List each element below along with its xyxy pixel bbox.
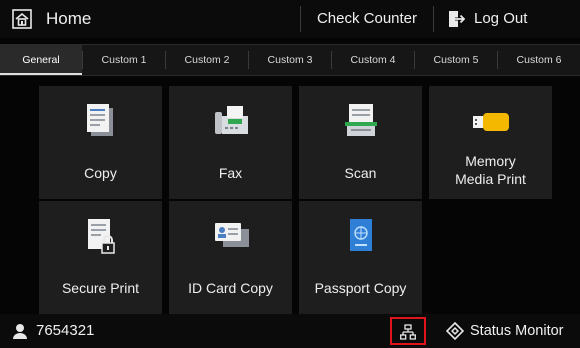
tab-custom-3[interactable]: Custom 3 — [249, 45, 331, 75]
fax-label: Fax — [218, 165, 243, 181]
secure-print-icon — [87, 219, 115, 254]
passport-copy-label: Passport Copy — [314, 280, 407, 296]
memory-media-print-label-line1: Memory — [465, 153, 516, 169]
home-label: Home — [46, 9, 92, 28]
copy-label: Copy — [84, 165, 117, 181]
bottom-bar: 7654321 Status Monitor — [0, 314, 580, 348]
copy-button[interactable]: Copy — [39, 86, 162, 199]
scan-label: Scan — [344, 165, 377, 181]
home-button[interactable]: Home — [0, 0, 300, 38]
id-card-copy-button[interactable]: ID Card Copy — [169, 201, 292, 314]
memory-media-print-button[interactable]: Memory Media Print — [429, 86, 552, 199]
function-tabs: General Custom 1 Custom 2 Custom 3 Custo… — [0, 44, 580, 76]
network-icon — [400, 324, 416, 340]
tab-custom-6[interactable]: Custom 6 — [498, 45, 580, 75]
passport-copy-icon — [349, 219, 372, 251]
logout-label: Log Out — [474, 10, 528, 27]
tab-custom-2[interactable]: Custom 2 — [166, 45, 248, 75]
check-counter-label: Check Counter — [316, 10, 418, 27]
network-status-button[interactable] — [390, 317, 426, 345]
tab-general[interactable]: General — [0, 45, 82, 75]
tab-custom-5[interactable]: Custom 5 — [415, 45, 497, 75]
status-monitor-button[interactable]: Status Monitor — [440, 314, 580, 348]
printer-home-screen: Home Check Counter Log Out General Custo… — [0, 0, 580, 348]
id-card-copy-label: ID Card Copy — [188, 280, 273, 296]
memory-media-print-label-line2: Media Print — [455, 171, 526, 187]
scan-button[interactable]: Scan — [299, 86, 422, 199]
check-counter-button[interactable]: Check Counter — [301, 0, 433, 38]
fax-button[interactable]: Fax — [169, 86, 292, 199]
id-card-copy-icon — [214, 223, 249, 247]
top-bar: Home Check Counter Log Out — [0, 0, 580, 38]
secure-print-label: Secure Print — [61, 280, 140, 296]
secure-print-button[interactable]: Secure Print — [39, 201, 162, 314]
copy-icon — [86, 104, 113, 136]
scan-icon — [344, 104, 377, 136]
passport-copy-button[interactable]: Passport Copy — [299, 201, 422, 314]
logged-in-user-id: 7654321 — [36, 322, 95, 339]
tab-custom-1[interactable]: Custom 1 — [83, 45, 165, 75]
home-icon — [12, 9, 32, 29]
status-monitor-label: Status Monitor — [470, 323, 564, 339]
user-icon — [13, 324, 27, 339]
logout-icon — [449, 11, 466, 27]
logout-button[interactable]: Log Out — [434, 0, 580, 38]
usb-memory-icon — [472, 113, 509, 131]
fax-icon — [214, 106, 248, 134]
status-monitor-icon — [446, 322, 464, 340]
tab-custom-4[interactable]: Custom 4 — [332, 45, 414, 75]
